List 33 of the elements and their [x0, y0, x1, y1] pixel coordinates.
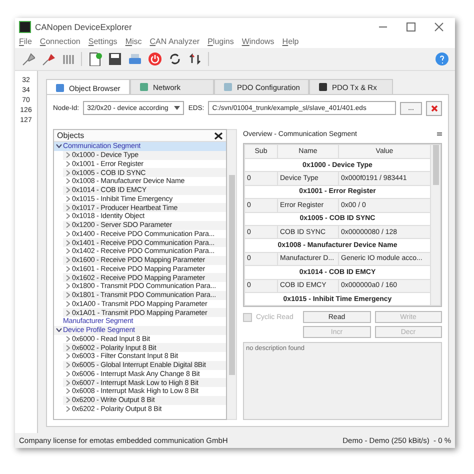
dropdown-arrow-icon	[174, 106, 180, 110]
expanded-chevron-icon	[56, 144, 62, 148]
scrollbar[interactable]	[227, 129, 237, 420]
menu-item[interactable]: Plugins	[208, 37, 234, 46]
tab-icon	[318, 82, 328, 92]
menu-item[interactable]: File	[19, 37, 32, 46]
tab-icon	[55, 83, 65, 93]
plug-icon[interactable]	[21, 52, 35, 66]
menu-item[interactable]: Help	[282, 37, 299, 46]
close-icon	[430, 104, 438, 112]
tab-icon	[139, 82, 149, 92]
swap-icon[interactable]	[188, 52, 202, 66]
menu-item[interactable]: Misc	[125, 37, 142, 46]
menu-item[interactable]: Settings	[88, 37, 118, 46]
column-header: Objects	[57, 131, 84, 140]
drive-icon[interactable]	[128, 52, 142, 66]
menu-item[interactable]: Windows	[242, 37, 274, 46]
tab-icon	[223, 82, 233, 92]
bars-icon[interactable]	[61, 52, 75, 66]
menu-item[interactable]: Connection	[40, 37, 80, 46]
save-icon[interactable]	[108, 52, 122, 66]
new-document-icon[interactable]	[88, 52, 102, 66]
delete-button[interactable]	[426, 100, 442, 116]
plug-icon[interactable]	[41, 52, 55, 66]
window-title: CANopen DeviceExplorer	[35, 22, 133, 32]
refresh-icon[interactable]	[168, 52, 182, 66]
expanded-chevron-icon	[56, 328, 62, 332]
help-icon[interactable]	[435, 52, 449, 66]
power-icon[interactable]	[148, 52, 162, 66]
menu-icon[interactable]	[437, 132, 442, 136]
scrollbar[interactable]	[431, 144, 441, 306]
app-icon	[19, 20, 31, 32]
menu-item[interactable]: CAN Analyzer	[150, 37, 200, 46]
